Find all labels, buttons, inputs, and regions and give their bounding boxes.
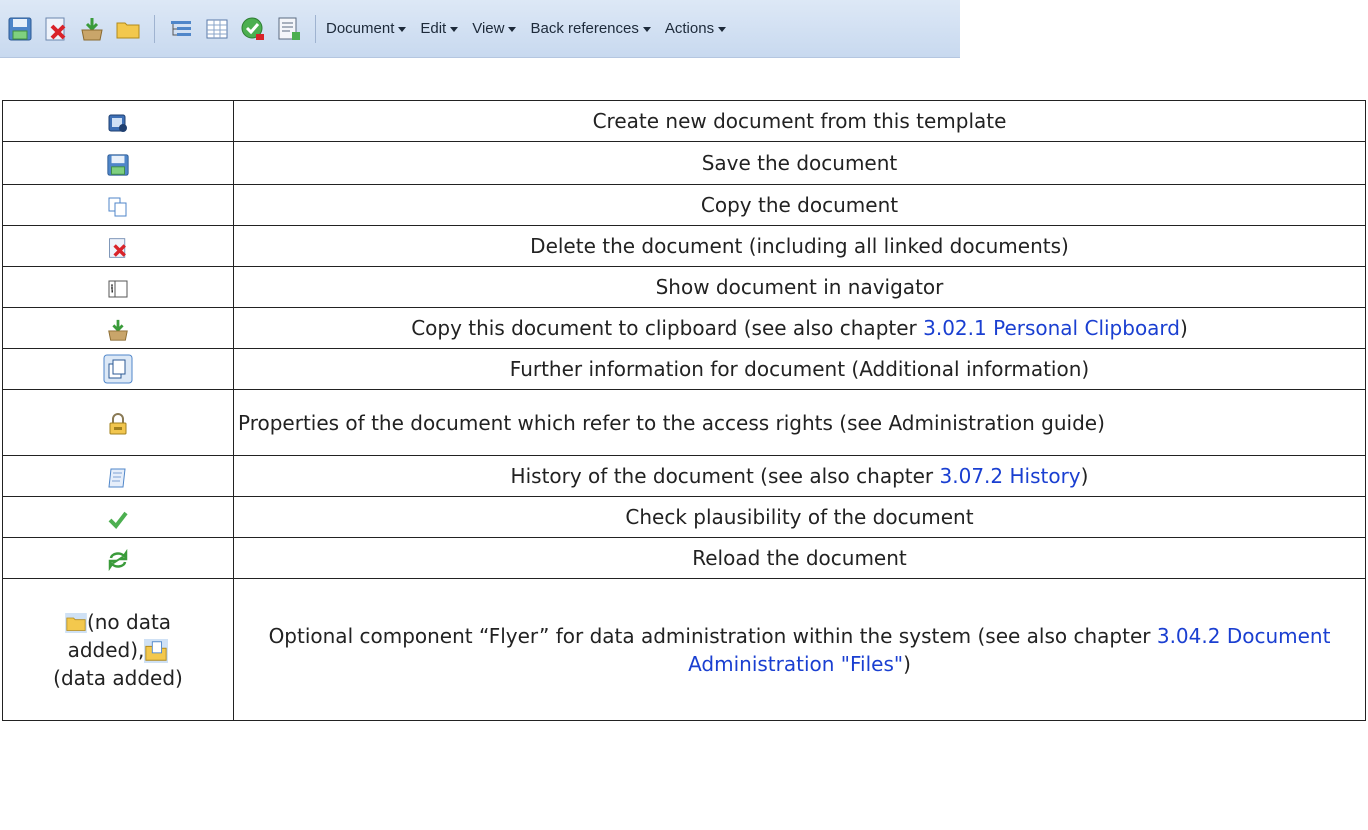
link-history[interactable]: 3.07.2 History bbox=[940, 464, 1081, 488]
table-row: Create new document from this template bbox=[2, 100, 1366, 142]
create-from-template-icon bbox=[107, 112, 129, 134]
document-toolbar: Document Edit View Back references Actio… bbox=[0, 0, 960, 58]
table-row: Copy the document bbox=[2, 184, 1366, 226]
navigator-icon bbox=[108, 279, 128, 299]
table-row: Show document in navigator bbox=[2, 266, 1366, 308]
table-row: Delete the document (including all linke… bbox=[2, 225, 1366, 267]
text-after-link: ) bbox=[903, 651, 911, 676]
menu-view[interactable]: View bbox=[472, 20, 517, 37]
row-description: Delete the document (including all linke… bbox=[233, 225, 1366, 267]
row-description: Copy the document bbox=[233, 184, 1366, 226]
folder-icon[interactable] bbox=[112, 13, 144, 45]
caret-down-icon bbox=[718, 27, 727, 32]
row-description: Further information for document (Additi… bbox=[233, 348, 1366, 390]
no-data-label-cont: added), bbox=[67, 637, 145, 662]
check-icon bbox=[107, 508, 129, 530]
menu-document-label: Document bbox=[326, 20, 395, 37]
save-icon[interactable] bbox=[4, 13, 36, 45]
folder-with-document-icon bbox=[144, 639, 169, 663]
plausibility-icon[interactable] bbox=[237, 13, 269, 45]
caret-down-icon bbox=[398, 27, 407, 32]
table-row: Properties of the document which refer t… bbox=[2, 389, 1366, 456]
text-before-link: Optional component “Flyer” for data admi… bbox=[268, 623, 1157, 648]
menu-actions-label: Actions bbox=[664, 20, 715, 37]
toolbar-reference-table: Create new document from this template S… bbox=[2, 100, 1366, 721]
table-row: Further information for document (Additi… bbox=[2, 348, 1366, 390]
row-description: Reload the document bbox=[233, 537, 1366, 579]
navigator-icon[interactable] bbox=[165, 13, 197, 45]
text-before-link: Copy this document to clipboard (see als… bbox=[411, 316, 924, 340]
table-row: (no data added), (data added) Optional c… bbox=[2, 578, 1366, 721]
menu-edit[interactable]: Edit bbox=[420, 20, 459, 37]
row-description: History of the document (see also chapte… bbox=[233, 455, 1366, 497]
toolbar-separator bbox=[154, 14, 155, 43]
menu-back-references[interactable]: Back references bbox=[530, 20, 651, 37]
table-row: Reload the document bbox=[2, 537, 1366, 579]
flyer-no-data-line: (no data bbox=[7, 608, 229, 636]
delete-icon bbox=[107, 237, 129, 259]
clipboard-icon[interactable] bbox=[76, 13, 108, 45]
menu-edit-label: Edit bbox=[420, 20, 447, 37]
caret-down-icon bbox=[508, 27, 517, 32]
lock-icon bbox=[108, 412, 128, 436]
calculate-icon[interactable] bbox=[273, 13, 305, 45]
save-icon bbox=[106, 153, 130, 177]
menu-view-label: View bbox=[472, 20, 505, 37]
text-before-link: History of the document (see also chapte… bbox=[510, 464, 940, 488]
clipboard-icon bbox=[106, 318, 130, 342]
further-info-icon bbox=[103, 354, 133, 384]
table-row: Check plausibility of the document bbox=[2, 496, 1366, 538]
text-after-link: ) bbox=[1080, 464, 1089, 488]
table-icon[interactable] bbox=[201, 13, 233, 45]
row-description: Save the document bbox=[233, 141, 1366, 185]
menu-actions[interactable]: Actions bbox=[664, 20, 727, 37]
row-description: Show document in navigator bbox=[233, 266, 1366, 308]
reload-icon bbox=[107, 548, 129, 571]
data-added-label: (data added) bbox=[53, 665, 183, 690]
caret-down-icon bbox=[642, 27, 651, 32]
row-description: Properties of the document which refer t… bbox=[233, 389, 1366, 456]
history-icon bbox=[107, 467, 129, 489]
row-description: Create new document from this template bbox=[233, 100, 1366, 142]
menu-back-references-label: Back references bbox=[530, 20, 639, 37]
table-row: Copy this document to clipboard (see als… bbox=[2, 307, 1366, 349]
delete-icon[interactable] bbox=[40, 13, 72, 45]
caret-down-icon bbox=[450, 27, 459, 32]
menu-document[interactable]: Document bbox=[326, 20, 407, 37]
table-row: Save the document bbox=[2, 141, 1366, 185]
text-after-link: ) bbox=[1180, 316, 1188, 340]
table-row: History of the document (see also chapte… bbox=[2, 455, 1366, 497]
folder-icon bbox=[65, 613, 87, 633]
link-personal-clipboard[interactable]: 3.02.1 Personal Clipboard bbox=[923, 316, 1180, 340]
row-description: Optional component “Flyer” for data admi… bbox=[233, 578, 1366, 721]
row-description: Check plausibility of the document bbox=[233, 496, 1366, 538]
row-description: Copy this document to clipboard (see als… bbox=[233, 307, 1366, 349]
toolbar-separator bbox=[315, 14, 316, 43]
no-data-label: (no data bbox=[86, 609, 172, 634]
flyer-added-line: added), bbox=[7, 636, 229, 664]
copy-icon bbox=[107, 196, 129, 218]
